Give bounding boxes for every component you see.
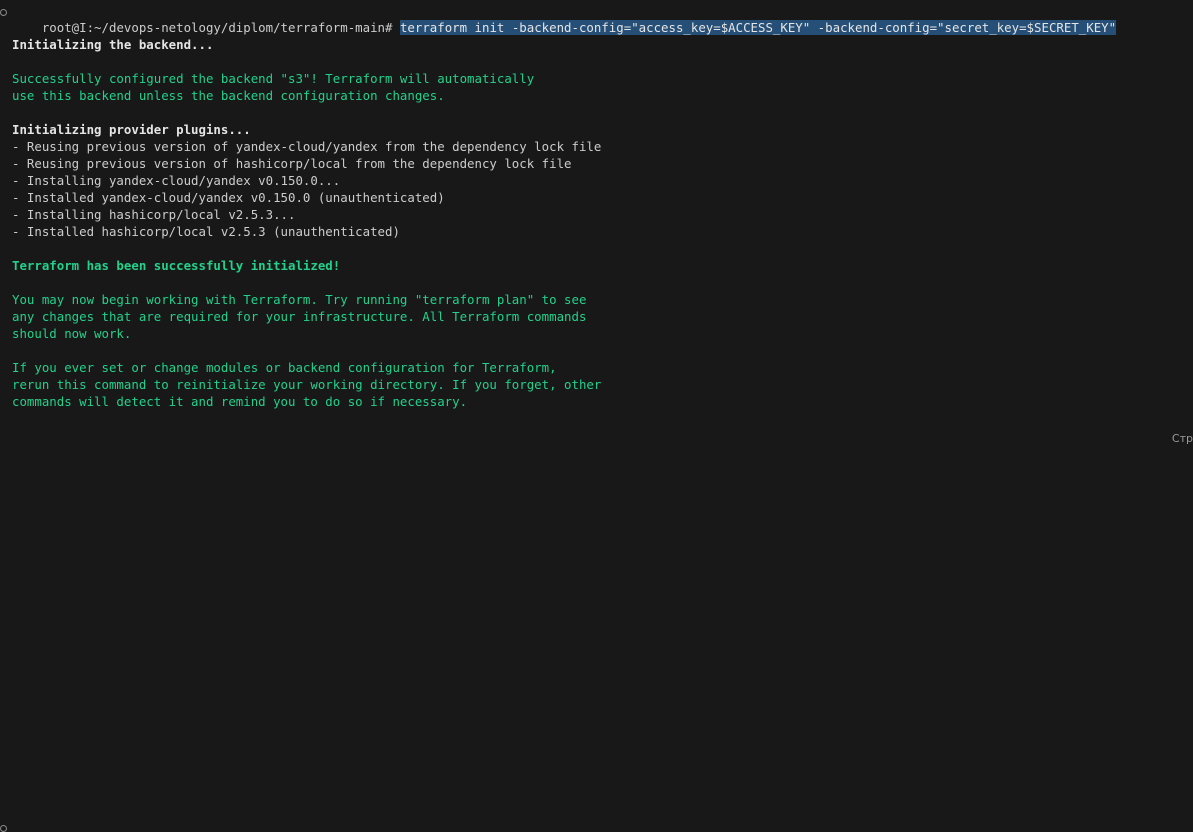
output-next-steps-1: You may now begin working with Terraform… <box>12 292 587 307</box>
command-line: root@I:~/devops-netology/diplom/terrafor… <box>0 2 1117 35</box>
prompt-decoration-icon[interactable] <box>0 825 7 832</box>
output-backend-success-1: Successfully configured the backend "s3"… <box>12 71 535 86</box>
output-success-message: Terraform has been successfully initiali… <box>12 258 341 273</box>
output-plugin-line: - Reusing previous version of hashicorp/… <box>12 156 572 171</box>
output-reinit-note-2: rerun this command to reinitialize your … <box>12 377 602 392</box>
terminal-panel[interactable]: root@I:~/devops-netology/diplom/terrafor… <box>0 0 1193 832</box>
output-plugin-line: - Installed hashicorp/local v2.5.3 (unau… <box>12 224 400 239</box>
output-plugin-line: - Installing yandex-cloud/yandex v0.150.… <box>12 173 341 188</box>
selected-command-text[interactable]: terraform init -backend-config="access_k… <box>399 20 1117 35</box>
output-init-plugins: Initializing provider plugins... <box>12 122 251 137</box>
output-init-backend: Initializing the backend... <box>12 37 214 52</box>
status-bar-cursor-position[interactable]: Стр <box>1172 432 1193 445</box>
output-plugin-line: - Installed yandex-cloud/yandex v0.150.0… <box>12 190 445 205</box>
output-next-steps-2: any changes that are required for your i… <box>12 309 587 324</box>
output-backend-success-2: use this backend unless the backend conf… <box>12 88 445 103</box>
status-bar: Стр <box>0 427 1193 447</box>
shell-prompt: root@I:~/devops-netology/diplom/terrafor… <box>41 20 393 35</box>
output-next-steps-3: should now work. <box>12 326 132 341</box>
output-plugin-line: - Installing hashicorp/local v2.5.3... <box>12 207 296 222</box>
output-reinit-note-1: If you ever set or change modules or bac… <box>12 360 557 375</box>
output-reinit-note-3: commands will detect it and remind you t… <box>12 394 468 409</box>
command-decoration-icon[interactable] <box>0 9 7 16</box>
active-prompt-line[interactable]: root@I:~/devops-netology/diplom/terrafor… <box>0 410 408 832</box>
output-plugin-line: - Reusing previous version of yandex-clo… <box>12 139 602 154</box>
